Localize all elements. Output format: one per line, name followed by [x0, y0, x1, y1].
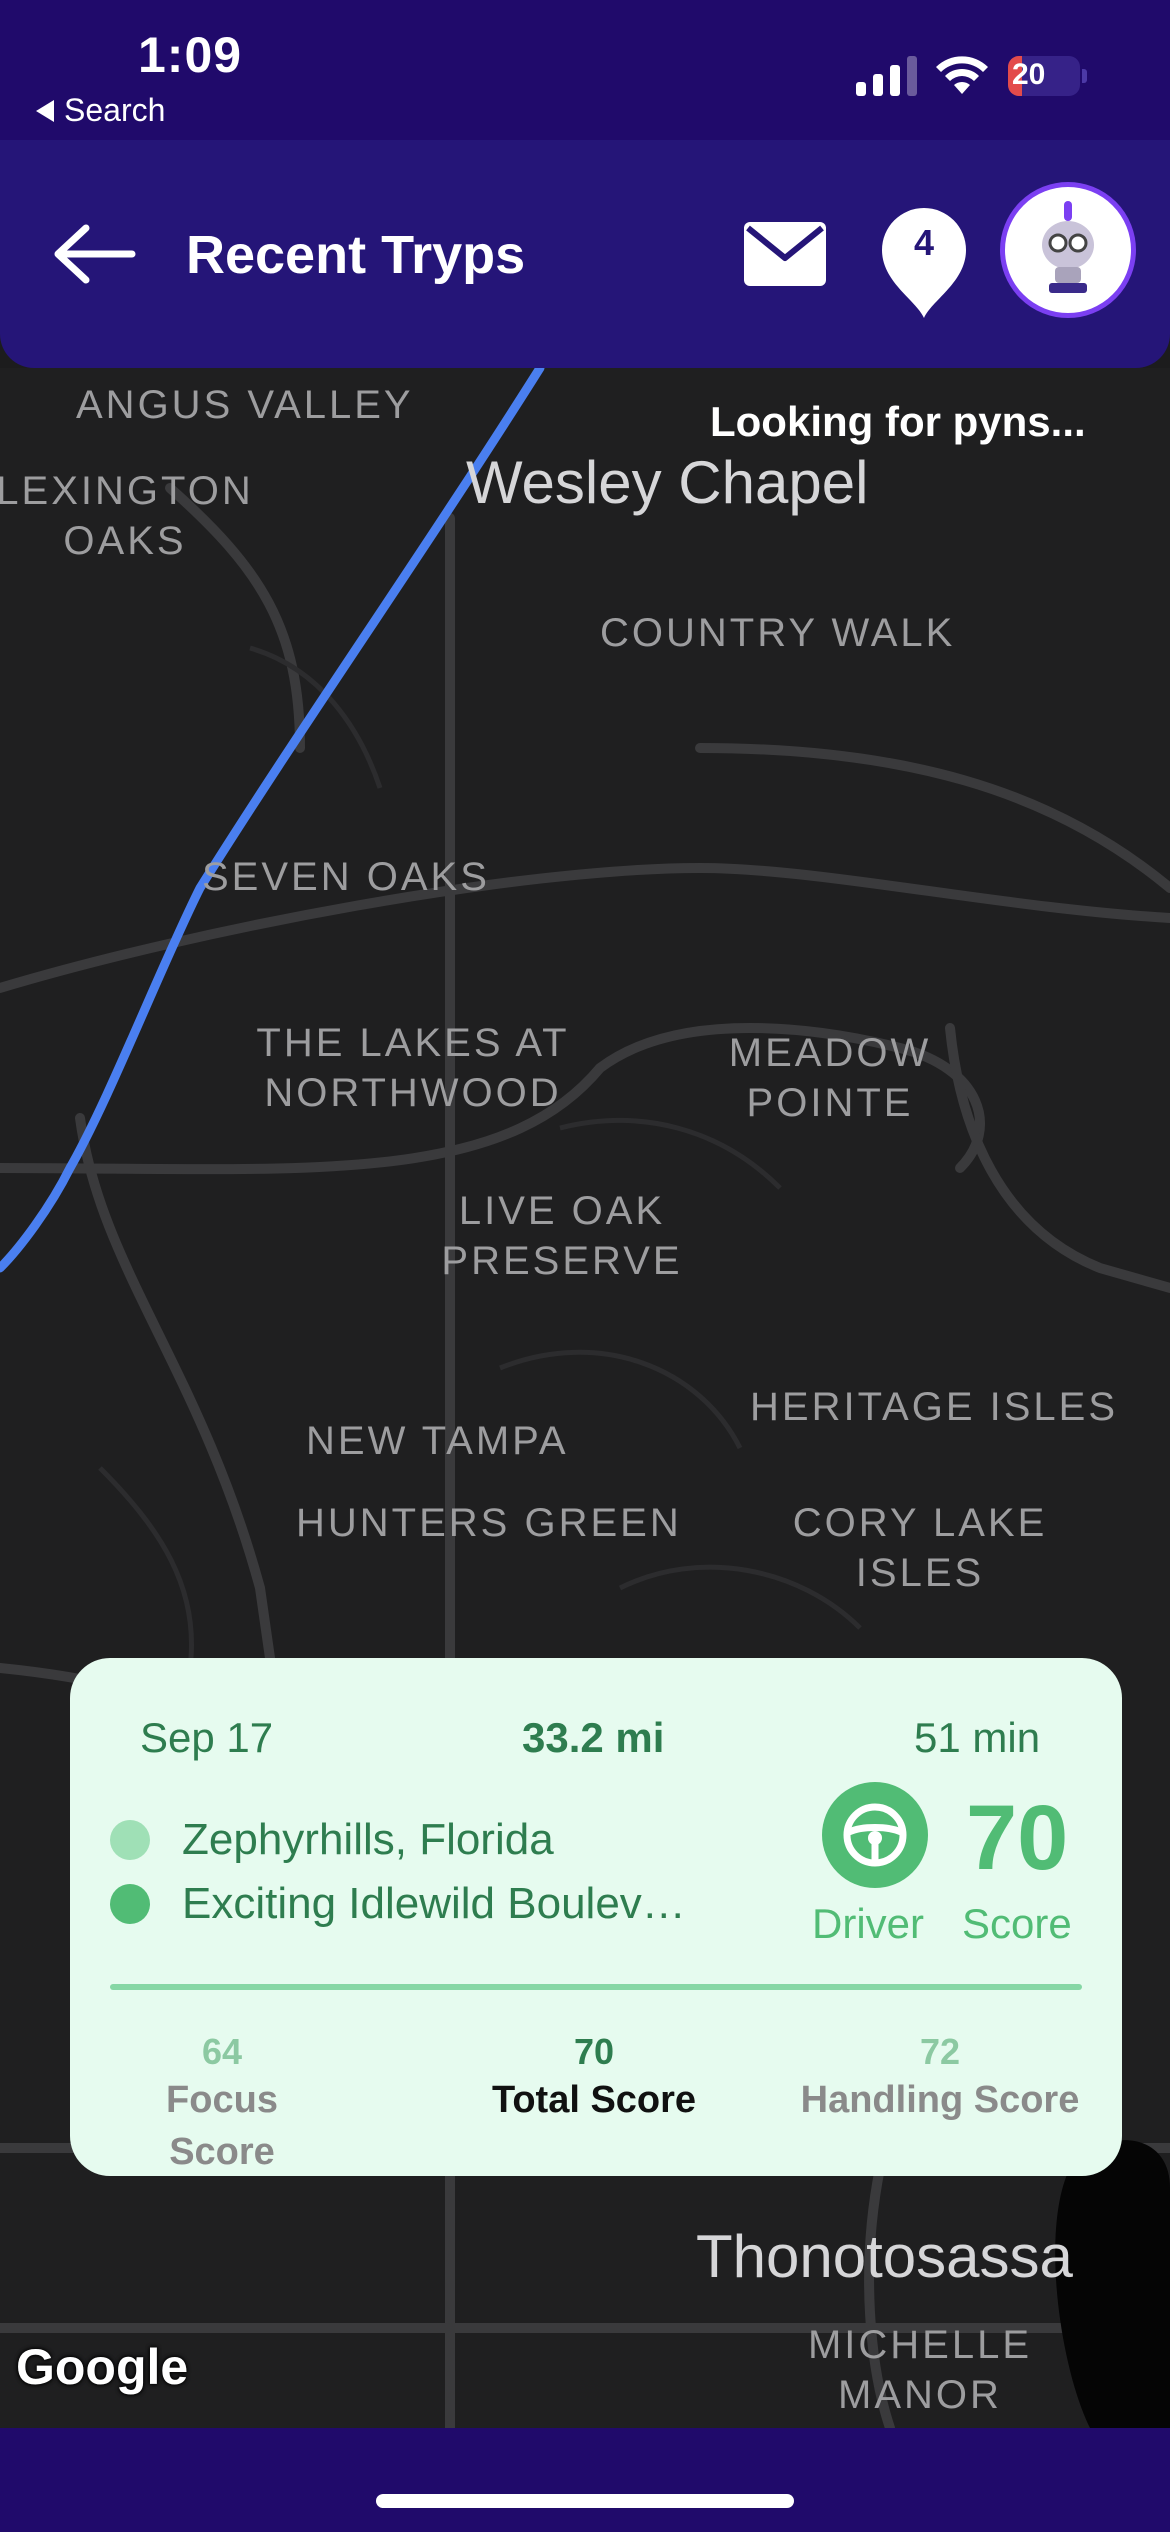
back-triangle-icon [36, 99, 54, 122]
map-label-lakes-northwood: THE LAKES AT NORTHWOOD [256, 1021, 570, 1115]
battery-level: 20 [1012, 58, 1046, 91]
map-label-hunters-green: HUNTERS GREEN [296, 1501, 682, 1545]
trip-score-value: 70 [966, 1787, 1069, 1889]
handling-score-label: Handling Score [800, 2079, 1080, 2121]
bottom-bar [0, 2428, 1170, 2532]
handling-score-value: 72 [919, 2031, 961, 2072]
map-label-heritage-isles: HERITAGE ISLES [750, 1385, 1119, 1429]
trip-summary-card[interactable]: Sep 17 33.2 mi 51 min Zephyrhills, Flori… [70, 1658, 1122, 2176]
map-city-thonotosassa: Thonotosassa [696, 2223, 1073, 2290]
arrow-left-icon[interactable] [52, 224, 136, 284]
map-label-cory-lake-isles: CORY LAKE ISLES [792, 1501, 1048, 1595]
pyn-count-button[interactable]: 4 [882, 208, 966, 320]
map-label-new-tampa: NEW TAMPA [306, 1419, 569, 1463]
map-label-country-walk: COUNTRY WALK [600, 611, 956, 655]
total-score-value: 70 [573, 2031, 615, 2072]
trip-origin: Zephyrhills, Florida [182, 1815, 554, 1864]
robot-avatar-icon [1042, 201, 1094, 293]
back-to-app-label: Search [64, 92, 166, 128]
cellular-signal-icon [856, 56, 917, 96]
wifi-icon [936, 56, 988, 94]
trip-score-label: Score [962, 1900, 1072, 1947]
map-label-meadow-pointe: MEADOW POINTE [728, 1031, 932, 1125]
handling-score: 72 Handling Score [792, 2030, 1088, 2126]
battery-charging-icon: 20 [1008, 56, 1088, 96]
trip-duration: 51 min [914, 1714, 1041, 1761]
destination-dot-icon [110, 1884, 150, 1924]
steering-wheel-icon [843, 1803, 907, 1867]
map-status-text: Looking for pyns... [710, 398, 1086, 445]
map-label-live-oak-preserve: LIVE OAK PRESERVE [441, 1189, 683, 1283]
trip-date: Sep 17 [140, 1714, 274, 1761]
pyn-count: 4 [913, 222, 935, 263]
map-label-seven-oaks: SEVEN OAKS [202, 855, 490, 899]
back-to-app-link[interactable]: Search [36, 92, 165, 129]
focus-score-label: Focus Score [166, 2079, 278, 2173]
trip-destination-row: Exciting Idlewild Boulev… [110, 1874, 712, 1934]
driver-button[interactable] [822, 1782, 928, 1888]
map-city-wesley-chapel: Wesley Chapel [466, 449, 869, 516]
status-time: 1:09 [138, 27, 243, 83]
total-score-label: Total Score [491, 2079, 697, 2121]
total-score: 70 Total Score [484, 2030, 704, 2126]
focus-score-value: 64 [201, 2031, 243, 2072]
origin-dot-icon [110, 1820, 150, 1860]
card-divider [110, 1984, 1082, 1990]
status-bar: 1:09 Search 20 [0, 0, 1170, 140]
trip-destination: Exciting Idlewild Boulev… [182, 1879, 686, 1928]
map-label-angus-valley: ANGUS VALLEY [76, 383, 414, 427]
google-attribution: Google [16, 2339, 189, 2395]
home-indicator[interactable] [376, 2494, 794, 2508]
trip-origin-row: Zephyrhills, Florida [110, 1810, 712, 1870]
driver-label: Driver [812, 1900, 924, 1947]
page-title: Recent Tryps [186, 225, 526, 285]
mail-icon[interactable] [744, 222, 826, 286]
map-label-lexington-oaks: LEXINGTON OAKS [0, 469, 254, 563]
trip-distance: 33.2 mi [522, 1714, 665, 1761]
map-label-michelle-manor: MICHELLE MANOR [807, 2323, 1033, 2417]
app-header: Recent Tryps 4 [0, 140, 1170, 368]
focus-score: 64 Focus Score [110, 2030, 334, 2178]
avatar[interactable] [1000, 182, 1136, 318]
